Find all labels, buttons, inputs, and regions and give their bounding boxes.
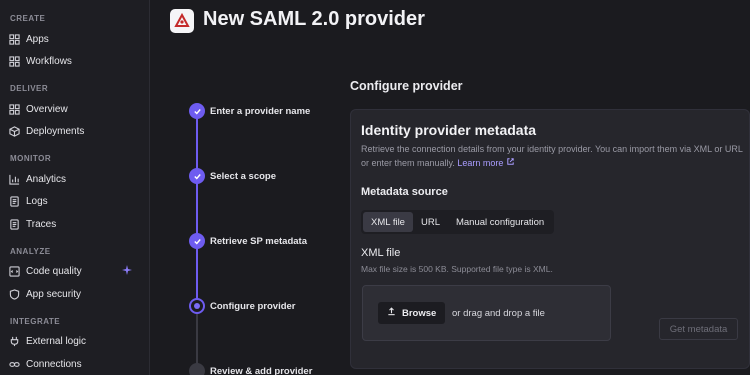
step-current-icon	[189, 298, 205, 314]
source-option-url[interactable]: URL	[413, 212, 448, 232]
sidebar-item-connections[interactable]: Connections	[8, 354, 142, 374]
step-enter-provider-name[interactable]: Enter a provider name	[210, 106, 310, 117]
grid-icon	[8, 103, 20, 115]
document-icon	[8, 218, 20, 230]
xml-file-hint: Max file size is 500 KB. Supported file …	[361, 264, 553, 274]
sidebar-section-integrate: INTEGRATE	[10, 317, 61, 326]
sidebar-item-label: Apps	[26, 33, 49, 45]
code-icon	[8, 265, 20, 277]
section-title: Configure provider	[350, 79, 463, 93]
upload-icon	[387, 307, 402, 319]
sidebar-item-label: Connections	[26, 358, 82, 370]
file-dropzone[interactable]: Browse or drag and drop a file	[362, 285, 611, 341]
sidebar-section-create: CREATE	[10, 14, 46, 23]
description-text: Retrieve the connection details from you…	[361, 144, 743, 168]
sidebar-item-overview[interactable]: Overview	[8, 99, 142, 119]
page-title: New SAML 2.0 provider	[203, 8, 425, 30]
drop-text: or drag and drop a file	[452, 308, 545, 319]
sidebar-section-analyze: ANALYZE	[10, 247, 51, 256]
sidebar-item-label: Workflows	[26, 55, 72, 67]
grid-icon	[8, 55, 20, 67]
step-configure-provider: Configure provider	[210, 301, 296, 312]
metadata-source-label: Metadata source	[361, 186, 448, 198]
shield-icon	[8, 288, 20, 300]
panel-description: Retrieve the connection details from you…	[361, 142, 746, 170]
sidebar-item-label: App security	[26, 288, 82, 300]
sidebar-item-workflows[interactable]: Workflows	[8, 51, 142, 71]
sidebar-item-label: Logs	[26, 195, 48, 207]
chart-icon	[8, 173, 20, 185]
sidebar: CREATE Apps Workflows DELIVER Overview D…	[0, 0, 150, 375]
sidebar-section-deliver: DELIVER	[10, 84, 49, 93]
step-select-scope[interactable]: Select a scope	[210, 171, 276, 182]
document-icon	[8, 195, 20, 207]
step-pending-icon	[189, 363, 205, 375]
sidebar-item-label: External logic	[26, 335, 87, 347]
cube-icon	[8, 125, 20, 137]
sidebar-item-deployments[interactable]: Deployments	[8, 121, 142, 141]
step-check-icon	[189, 168, 205, 184]
sparkle-icon	[122, 264, 132, 278]
step-retrieve-sp-metadata[interactable]: Retrieve SP metadata	[210, 236, 307, 247]
sidebar-item-external-logic[interactable]: External logic	[8, 331, 142, 351]
sidebar-item-label: Analytics	[26, 173, 67, 185]
xml-file-label: XML file	[361, 247, 401, 259]
learn-more-label: Learn more	[457, 158, 504, 168]
learn-more-link[interactable]: Learn more	[457, 158, 515, 168]
browse-button[interactable]: Browse	[378, 302, 446, 324]
sidebar-item-app-security[interactable]: App security	[8, 284, 142, 304]
sidebar-item-label: Code quality	[26, 265, 82, 277]
step-check-icon	[189, 233, 205, 249]
provider-logo-icon	[170, 9, 194, 33]
panel-title: Identity provider metadata	[361, 122, 537, 138]
sidebar-item-code-quality[interactable]: Code quality	[8, 261, 142, 281]
sidebar-item-traces[interactable]: Traces	[8, 214, 142, 234]
sidebar-item-label: Traces	[26, 218, 57, 230]
sidebar-item-label: Overview	[26, 103, 68, 115]
link-icon	[8, 358, 20, 370]
metadata-source-selector: XML file URL Manual configuration	[361, 210, 555, 234]
grid-icon	[8, 33, 20, 45]
plug-icon	[8, 335, 20, 347]
sidebar-item-analytics[interactable]: Analytics	[8, 169, 142, 189]
source-option-xml-file[interactable]: XML file	[363, 212, 413, 232]
stepper-progress-line	[196, 118, 198, 306]
browse-label: Browse	[402, 307, 437, 319]
source-option-manual-configuration[interactable]: Manual configuration	[448, 212, 552, 232]
sidebar-item-label: Deployments	[26, 125, 85, 137]
identity-provider-metadata-panel: Identity provider metadata Retrieve the …	[350, 109, 750, 369]
external-link-icon	[506, 158, 515, 168]
sidebar-item-logs[interactable]: Logs	[8, 191, 142, 211]
step-check-icon	[189, 103, 205, 119]
sidebar-item-apps[interactable]: Apps	[8, 29, 142, 49]
step-review-add-provider: Review & add provider	[210, 366, 313, 375]
sidebar-section-monitor: MONITOR	[10, 154, 52, 163]
get-metadata-button[interactable]: Get metadata	[659, 318, 738, 340]
